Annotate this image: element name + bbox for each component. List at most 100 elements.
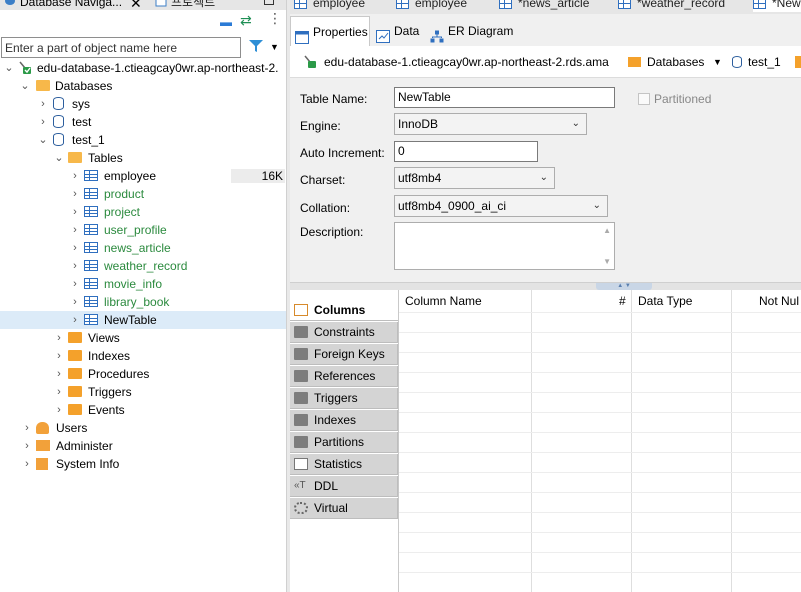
table-icon (84, 242, 98, 253)
filter-icon[interactable] (248, 39, 264, 56)
tree-item-database-test-1[interactable]: ⌄ test_1 (0, 131, 286, 149)
chevron-right-icon[interactable]: › (54, 383, 64, 401)
chevron-right-icon[interactable]: › (38, 113, 48, 131)
side-tab-foreign-keys[interactable]: Foreign Keys (290, 344, 398, 365)
breadcrumb-databases[interactable]: Databases (628, 54, 704, 70)
breadcrumb-database[interactable]: test_1 (732, 54, 781, 70)
header-not-null[interactable]: Not Nul (759, 293, 799, 309)
side-tab-triggers[interactable]: Triggers (290, 388, 398, 409)
tree-item-tables[interactable]: ⌄ Tables (0, 149, 286, 167)
chevron-right-icon[interactable]: › (38, 95, 48, 113)
chevron-right-icon[interactable]: › (70, 239, 80, 257)
panel-sash[interactable]: ▲ ▼ (290, 282, 801, 290)
tree-item-administer[interactable]: › Administer (0, 437, 286, 455)
tree-item-connection[interactable]: ⌄ edu-database-1.ctieagcay0wr.ap-northea… (0, 59, 286, 77)
editor-tab[interactable]: employee (294, 0, 365, 12)
breadcrumb-connection[interactable]: edu-database-1.ctieagcay0wr.ap-northeast… (302, 54, 609, 70)
table-name-input[interactable]: NewTable (394, 87, 615, 108)
tree-item-table[interactable]: › weather_record (0, 257, 286, 275)
tree-item-label: Triggers (88, 385, 132, 399)
chevron-right-icon[interactable]: › (22, 419, 32, 437)
side-tab-partitions[interactable]: Partitions (290, 432, 398, 453)
view-menu-icon[interactable]: ⋮ (268, 11, 282, 25)
tree-item-events[interactable]: › Events (0, 401, 286, 419)
editor-tab[interactable]: employee (396, 0, 467, 12)
tab-database-navigator[interactable]: Database Naviga... (4, 0, 122, 10)
side-tab-statistics[interactable]: Statistics (290, 454, 398, 475)
sash-grip-icon[interactable]: ▲ ▼ (596, 283, 652, 290)
chevron-right-icon[interactable]: › (54, 347, 64, 365)
close-icon[interactable]: ✕ (130, 0, 142, 10)
tree-item-indexes[interactable]: › Indexes (0, 347, 286, 365)
tree-item-databases[interactable]: ⌄ Databases (0, 77, 286, 95)
chevron-right-icon[interactable]: › (70, 311, 80, 329)
side-tab-indexes[interactable]: Indexes (290, 410, 398, 431)
scroll-down-icon[interactable]: ▼ (603, 257, 611, 266)
tree-item-users[interactable]: › Users (0, 419, 286, 437)
side-tab-references[interactable]: References (290, 366, 398, 387)
engine-select[interactable]: InnoDB ⌄ (394, 113, 587, 135)
collapse-all-icon[interactable]: ▬ (220, 16, 232, 28)
tree-item-table[interactable]: › project (0, 203, 286, 221)
editor-tab-active[interactable]: *New (753, 0, 801, 12)
object-filter-input[interactable] (1, 37, 241, 58)
maximize-icon[interactable] (264, 0, 274, 5)
chevron-right-icon[interactable]: › (54, 329, 64, 347)
scroll-up-icon[interactable]: ▲ (603, 226, 611, 235)
tree-item-table[interactable]: › movie_info (0, 275, 286, 293)
table-name-label: Table Name: (300, 92, 368, 106)
header-ordinal[interactable]: # (619, 293, 626, 309)
tree-item-table[interactable]: › library_book (0, 293, 286, 311)
editor-tab[interactable]: *weather_record (618, 0, 725, 12)
tab-data[interactable]: Data (372, 16, 424, 46)
tab-er-diagram[interactable]: ER Diagram (426, 16, 516, 46)
chevron-down-icon[interactable]: ▼ (270, 42, 279, 52)
chevron-down-icon[interactable]: ⌄ (20, 77, 30, 95)
collation-select[interactable]: utf8mb4_0900_ai_ci ⌄ (394, 195, 608, 217)
header-column-name[interactable]: Column Name (405, 293, 482, 309)
chevron-right-icon[interactable]: › (70, 293, 80, 311)
tree-item-table[interactable]: › product (0, 185, 286, 203)
side-tab-columns[interactable]: Columns (290, 300, 398, 321)
tree-item-table[interactable]: › employee 16K (0, 167, 286, 185)
chevron-down-icon[interactable]: ▼ (713, 54, 722, 70)
side-tab-virtual[interactable]: Virtual (290, 498, 398, 519)
chevron-right-icon[interactable]: › (70, 167, 80, 185)
tree-item-triggers[interactable]: › Triggers (0, 383, 286, 401)
chevron-down-icon[interactable]: ⌄ (38, 131, 48, 149)
tree-item-table-selected[interactable]: › NewTable (0, 311, 286, 329)
chevron-down-icon[interactable]: ⌄ (54, 149, 64, 167)
chevron-down-icon[interactable]: ⌄ (4, 59, 14, 77)
tree-item-procedures[interactable]: › Procedures (0, 365, 286, 383)
editor-tab[interactable]: *news_article (499, 0, 589, 12)
tree-item-database-sys[interactable]: › sys (0, 95, 286, 113)
link-with-editor-icon[interactable]: ⇄ (240, 13, 252, 27)
side-tab-ddl[interactable]: «T DDL (290, 476, 398, 497)
tree-item-system-info[interactable]: › System Info (0, 455, 286, 473)
charset-select[interactable]: utf8mb4 ⌄ (394, 167, 555, 189)
chevron-right-icon[interactable]: › (22, 455, 32, 473)
columns-section: Columns Constraints Foreign Keys Referen… (290, 290, 801, 592)
columns-grid[interactable]: Column Name # Data Type Not Nul (398, 290, 801, 592)
chevron-right-icon[interactable]: › (70, 221, 80, 239)
chevron-right-icon[interactable]: › (22, 437, 32, 455)
auto-increment-input[interactable]: 0 (394, 141, 538, 162)
side-tab-constraints[interactable]: Constraints (290, 322, 398, 343)
grid-column-divider (531, 290, 532, 592)
tree-item-table[interactable]: › user_profile (0, 221, 286, 239)
tree-item-database-test[interactable]: › test (0, 113, 286, 131)
tab-properties[interactable]: Properties (290, 16, 370, 46)
header-data-type[interactable]: Data Type (638, 293, 692, 309)
chevron-right-icon[interactable]: › (54, 401, 64, 419)
chevron-right-icon[interactable]: › (70, 185, 80, 203)
chevron-right-icon[interactable]: › (70, 275, 80, 293)
chevron-right-icon[interactable]: › (54, 365, 64, 383)
tree-item-views[interactable]: › Views (0, 329, 286, 347)
partitioned-checkbox[interactable]: Partitioned (638, 91, 711, 107)
description-textarea[interactable]: ▲ ▼ (394, 222, 615, 270)
tree-item-table[interactable]: › news_article (0, 239, 286, 257)
chevron-right-icon[interactable]: › (70, 257, 80, 275)
tab-projects[interactable]: 프로젝트 (155, 0, 215, 10)
chevron-right-icon[interactable]: › (70, 203, 80, 221)
charset-label: Charset: (300, 173, 346, 187)
